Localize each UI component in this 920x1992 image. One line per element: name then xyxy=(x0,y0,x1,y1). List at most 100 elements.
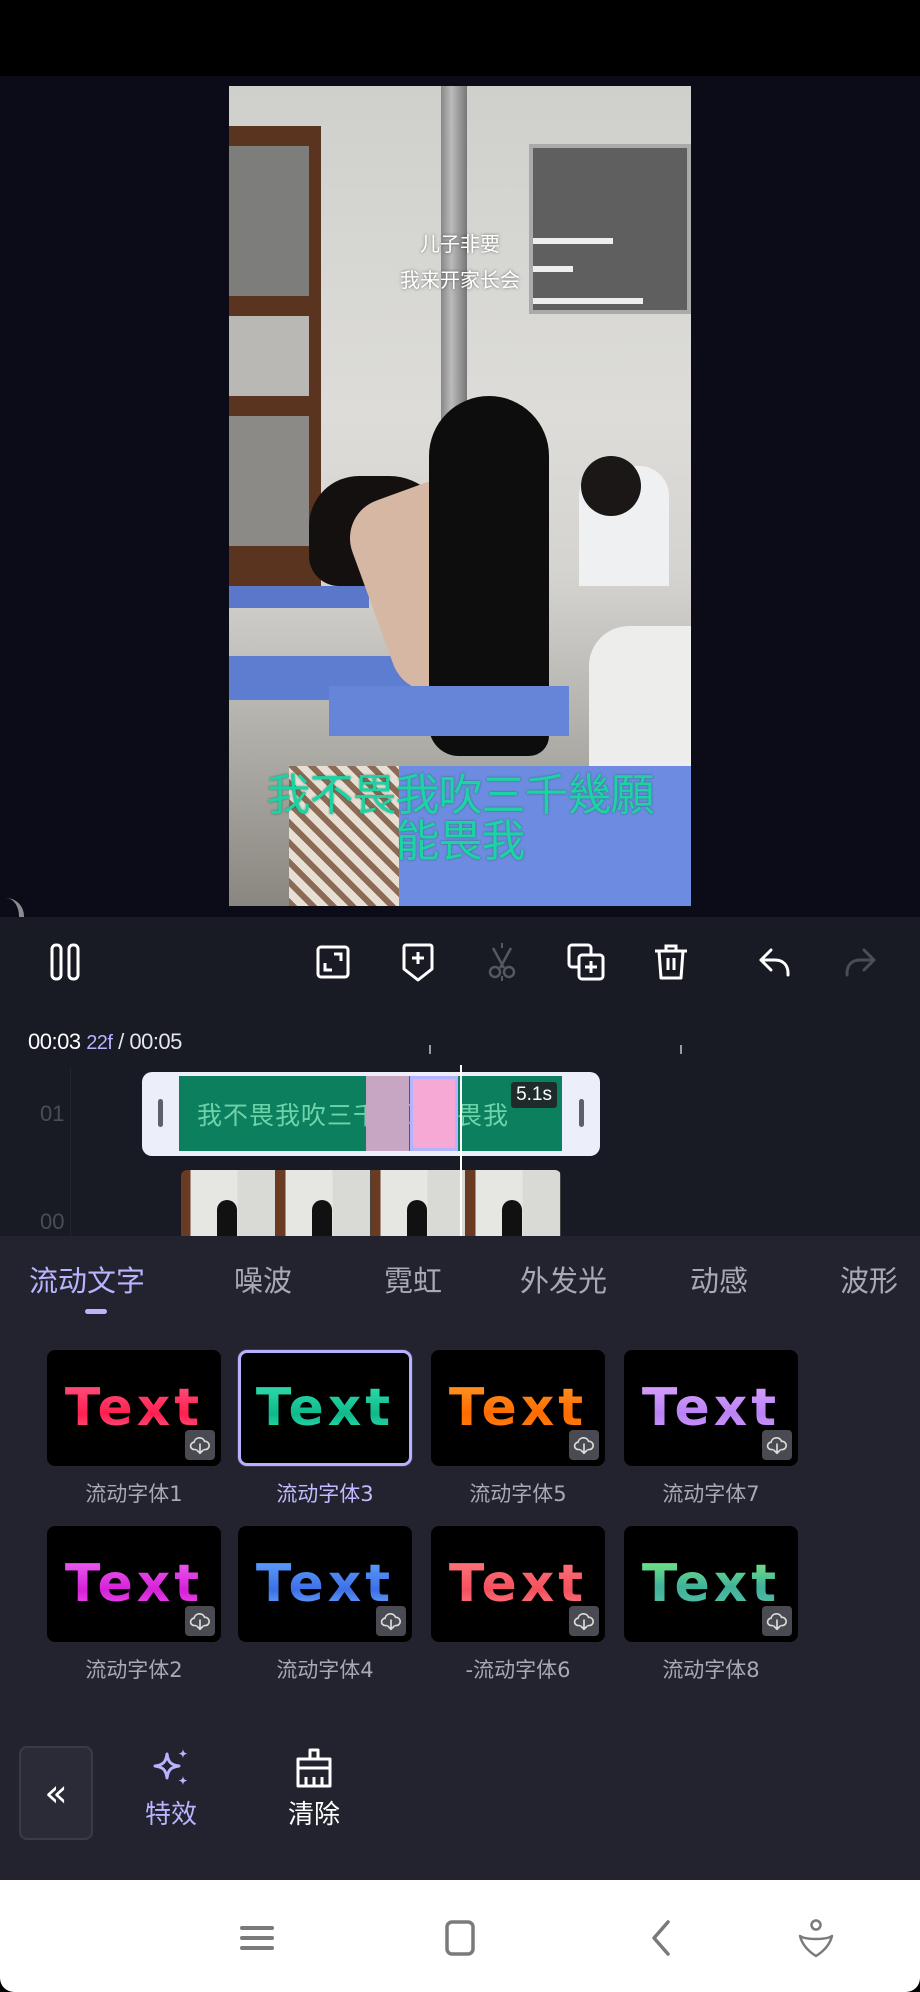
add-keyframe-icon xyxy=(402,943,434,982)
undo-button[interactable] xyxy=(753,940,797,984)
collapse-button[interactable]: « xyxy=(19,1746,93,1840)
font-style-label: 流动字体7 xyxy=(662,1482,760,1506)
clip-trim-handle-right[interactable] xyxy=(579,1099,584,1127)
clip-keyframe-segment[interactable] xyxy=(366,1076,409,1151)
font-style-thumbnail: Text xyxy=(238,1526,412,1642)
duplicate-button[interactable] xyxy=(564,940,608,984)
redo-icon xyxy=(845,948,876,977)
sparkle-icon xyxy=(153,1749,188,1786)
video-clip-filmstrip[interactable] xyxy=(181,1170,561,1236)
font-style-preview-text: Text xyxy=(64,1378,204,1438)
film-frame xyxy=(276,1170,371,1236)
double-chevron-left-icon: « xyxy=(44,1771,68,1815)
system-navigation-bar xyxy=(0,1880,920,1992)
download-badge xyxy=(185,1606,215,1636)
playhead[interactable] xyxy=(460,1065,462,1236)
assistant-icon xyxy=(798,1919,834,1958)
download-badge xyxy=(762,1430,792,1460)
undo-icon xyxy=(759,948,790,977)
font-style-card[interactable]: Text 流动字体1 xyxy=(47,1350,221,1506)
video-preview[interactable]: 儿子非要 我来开家长会 我不畏我吹三千幾願 能畏我 xyxy=(229,86,691,906)
menu-icon xyxy=(240,1926,274,1950)
timeline[interactable]: 00:03 22f / 00:05 01 00 我不畏我吹三千幾願能畏我 5.1… xyxy=(0,1017,920,1236)
font-style-card[interactable]: Text 流动字体4 xyxy=(238,1526,412,1682)
cloud-download-icon xyxy=(189,1612,210,1631)
download-badge xyxy=(376,1606,406,1636)
home-icon xyxy=(445,1920,475,1956)
preview-area: 儿子非要 我来开家长会 我不畏我吹三千幾願 能畏我 xyxy=(0,76,920,917)
font-style-thumbnail: Text xyxy=(47,1526,221,1642)
clear-label: 清除 xyxy=(287,1800,340,1830)
total-time: 00:05 xyxy=(129,1029,182,1054)
current-time: 00:03 xyxy=(28,1029,81,1054)
nav-assistant-button[interactable] xyxy=(794,1916,838,1960)
nav-home-button[interactable] xyxy=(438,1916,482,1960)
active-tab-indicator xyxy=(85,1309,107,1314)
clip-trim-handle-left[interactable] xyxy=(158,1099,163,1127)
download-badge xyxy=(762,1606,792,1636)
nav-menu-button[interactable] xyxy=(235,1916,279,1960)
cloud-download-icon xyxy=(380,1612,401,1631)
tab-neon[interactable]: 霓虹 xyxy=(384,1258,442,1300)
overlay-caption-line2: 我来开家长会 xyxy=(400,268,520,292)
fullscreen-icon xyxy=(316,945,350,979)
font-style-card[interactable]: Text 流动字体3 xyxy=(238,1350,412,1506)
film-frame xyxy=(371,1170,466,1236)
cloud-download-icon xyxy=(766,1612,787,1631)
font-style-preview-text: Text xyxy=(448,1554,588,1614)
font-style-card[interactable]: Text 流动字体7 xyxy=(624,1350,798,1506)
delete-button[interactable] xyxy=(649,940,693,984)
font-style-label: 流动字体8 xyxy=(662,1658,760,1682)
scene-desk xyxy=(329,686,569,736)
fullscreen-button[interactable] xyxy=(311,940,355,984)
font-style-card[interactable]: Text 流动字体8 xyxy=(624,1526,798,1682)
subtitle-line2[interactable]: 能畏我 xyxy=(229,819,691,865)
font-style-preview-text: Text xyxy=(255,1378,395,1438)
delete-icon xyxy=(655,944,687,980)
text-clip[interactable]: 我不畏我吹三千幾願能畏我 5.1s xyxy=(142,1072,600,1156)
clear-brush-icon xyxy=(296,1748,332,1788)
font-style-preview-text: Text xyxy=(641,1554,781,1614)
status-bar xyxy=(0,0,920,76)
duplicate-icon xyxy=(567,943,605,981)
effects-button[interactable]: 特效 xyxy=(131,1746,211,1831)
pause-button[interactable] xyxy=(43,940,87,984)
tab-noise[interactable]: 噪波 xyxy=(234,1258,292,1300)
time-readout: 00:03 22f / 00:05 xyxy=(28,1029,182,1055)
effect-category-tabs: 流动文字 噪波 霓虹 外发光 动感 波形 xyxy=(0,1236,920,1316)
editor-toolbar xyxy=(0,917,920,1017)
nav-back-button[interactable] xyxy=(640,1916,684,1960)
ruler-tick xyxy=(429,1045,431,1054)
redo-button[interactable] xyxy=(838,940,882,984)
scene-person xyxy=(581,456,641,516)
split-button[interactable] xyxy=(480,940,524,984)
font-style-thumbnail: Text xyxy=(624,1350,798,1466)
font-style-thumbnail: Text xyxy=(431,1350,605,1466)
font-style-preview-text: Text xyxy=(255,1554,395,1614)
clear-button[interactable]: 清除 xyxy=(274,1746,354,1831)
tab-flowing-text[interactable]: 流动文字 xyxy=(29,1258,145,1300)
tab-waveform[interactable]: 波形 xyxy=(840,1258,898,1300)
text-clip-body[interactable]: 我不畏我吹三千幾願能畏我 5.1s xyxy=(179,1076,562,1151)
add-keyframe-button[interactable] xyxy=(396,940,440,984)
subtitle-line1[interactable]: 我不畏我吹三千幾願 xyxy=(229,773,691,819)
tab-outer-glow[interactable]: 外发光 xyxy=(520,1258,607,1300)
text-clip-label: 我不畏我吹三千幾願能畏我 xyxy=(197,1101,510,1130)
font-style-thumbnail: Text xyxy=(238,1350,412,1466)
font-style-label: 流动字体4 xyxy=(276,1658,374,1682)
font-style-card[interactable]: Text 流动字体5 xyxy=(431,1350,605,1506)
font-style-preview-text: Text xyxy=(448,1378,588,1438)
scene-door-glass xyxy=(229,416,309,546)
cloud-download-icon xyxy=(766,1436,787,1455)
time-separator: / xyxy=(112,1029,130,1054)
font-style-label: 流动字体2 xyxy=(85,1658,183,1682)
overlay-caption-line1: 儿子非要 xyxy=(420,232,500,256)
font-style-card[interactable]: Text -流动字体6 xyxy=(431,1526,605,1682)
track-label-00: 00 xyxy=(40,1209,65,1234)
tab-dynamic[interactable]: 动感 xyxy=(690,1258,748,1300)
clip-selected-segment[interactable] xyxy=(410,1076,458,1151)
font-style-card[interactable]: Text 流动字体2 xyxy=(47,1526,221,1682)
ruler-tick xyxy=(680,1045,682,1054)
split-scissors-icon xyxy=(488,943,516,981)
download-badge xyxy=(569,1430,599,1460)
